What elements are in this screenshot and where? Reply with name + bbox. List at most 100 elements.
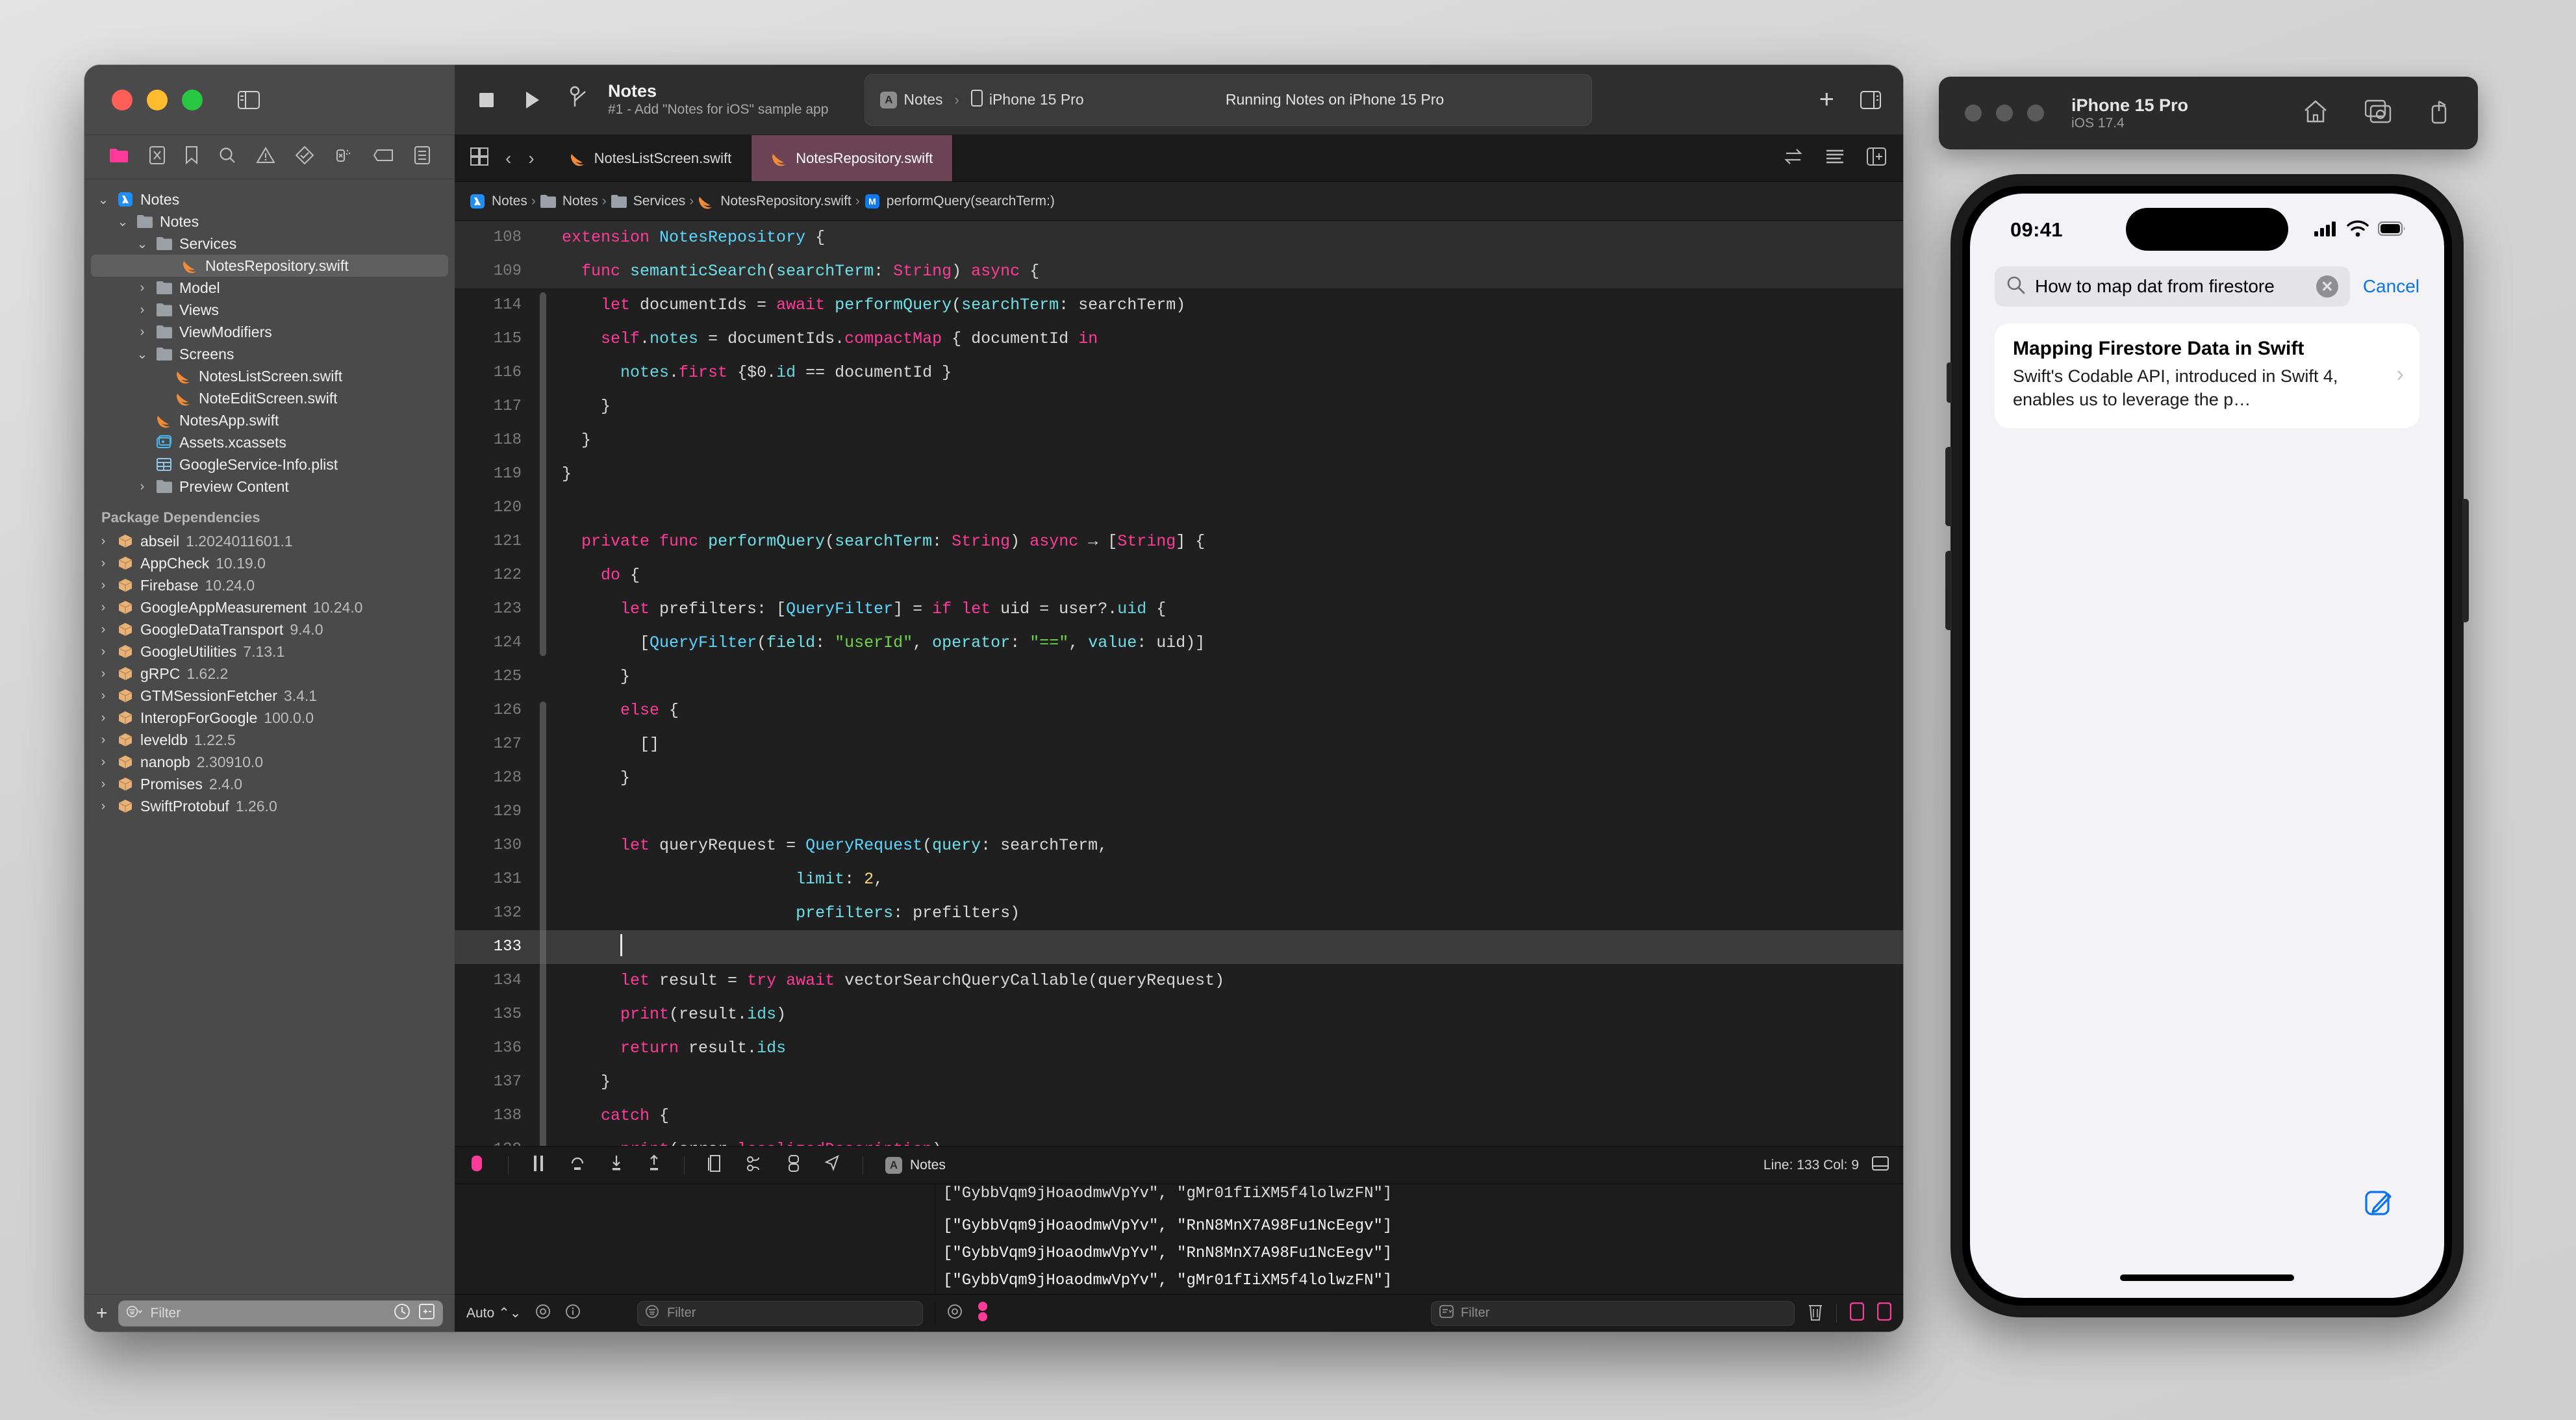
variables-scope-icon[interactable]: [535, 1304, 551, 1323]
destination-chip[interactable]: iPhone 15 Pro: [970, 90, 1084, 110]
navigator-item-notes[interactable]: ⌄ Notes: [84, 210, 455, 233]
code-line-134[interactable]: 134 let result = try await vectorSearchQ…: [455, 964, 1903, 998]
code-line-128[interactable]: 128 }: [455, 761, 1903, 795]
navigator-item-noteslistscreen-swift[interactable]: NotesListScreen.swift: [84, 365, 455, 387]
breadcrumb-item-4[interactable]: MperformQuery(searchTerm:): [864, 194, 1055, 209]
navigator-item-views[interactable]: › Views: [84, 299, 455, 321]
console-scope-icon[interactable]: [947, 1304, 963, 1323]
bookmark-icon[interactable]: [185, 146, 198, 168]
chevron-right-icon[interactable]: ›: [135, 303, 149, 318]
code-line-138[interactable]: 138 catch {: [455, 1099, 1903, 1133]
console-mode-icon[interactable]: [976, 1300, 990, 1326]
issue-warning-icon[interactable]: [256, 147, 275, 167]
window-traffic-lights[interactable]: [112, 89, 203, 110]
code-line-129[interactable]: 129: [455, 795, 1903, 829]
chevron-down-icon[interactable]: ⌄: [135, 346, 149, 362]
scheme-chip[interactable]: A Notes: [880, 91, 943, 108]
code-line-131[interactable]: 131 limit: 2,: [455, 863, 1903, 896]
editor-tab-noteslistscreen[interactable]: NotesListScreen.swift: [550, 135, 752, 181]
breadcrumb-item-2[interactable]: Services: [611, 194, 685, 209]
package-item-leveldb[interactable]: › leveldb 1.22.5: [84, 729, 455, 751]
navigator-item-googleservice-info-plist[interactable]: GoogleService-Info.plist: [84, 453, 455, 475]
chevron-right-icon[interactable]: ›: [96, 534, 110, 549]
code-line-118[interactable]: 118 }: [455, 424, 1903, 457]
code-line-109[interactable]: 109 func semanticSearch(searchTerm: Stri…: [455, 255, 1903, 288]
navigator-item-screens[interactable]: ⌄ Screens: [84, 343, 455, 365]
navigator-item-notesapp-swift[interactable]: NotesApp.swift: [84, 409, 455, 431]
chevron-down-icon[interactable]: ⌄: [96, 192, 110, 208]
tab-bar-right-controls[interactable]: [1767, 135, 1903, 181]
chevron-right-icon[interactable]: ›: [96, 578, 110, 593]
chevron-right-icon[interactable]: ›: [96, 622, 110, 637]
volume-down-button[interactable]: [1945, 551, 1952, 630]
code-line-136[interactable]: 136 return result.ids: [455, 1032, 1903, 1065]
code-line-132[interactable]: 132 prefilters: prefilters): [455, 896, 1903, 930]
recent-files-icon[interactable]: [394, 1303, 410, 1324]
go-back-button[interactable]: ‹: [505, 148, 511, 169]
breakpoint-icon[interactable]: [373, 149, 394, 165]
search-result-item[interactable]: Mapping Firestore Data in Swift Swift's C…: [1995, 323, 2419, 429]
simulator-traffic-lights[interactable]: [1965, 105, 2044, 121]
code-line-127[interactable]: 127 []: [455, 728, 1903, 761]
search-icon[interactable]: [219, 147, 236, 167]
source-control-filter-icon[interactable]: [418, 1303, 435, 1324]
step-out-icon[interactable]: [646, 1154, 662, 1176]
code-line-139[interactable]: 139 print(error.localizedDescription): [455, 1133, 1903, 1146]
project-navigator-tree[interactable]: ⌄ Notes ⌄ Notes ⌄ Services NotesRepository.swi…: [84, 179, 455, 1294]
package-item-swiftprotobuf[interactable]: › SwiftProtobuf 1.26.0: [84, 795, 455, 817]
search-input[interactable]: How to map dat from firestore ✕: [1995, 266, 2350, 307]
editor-tab-notesrepository[interactable]: NotesRepository.swift: [751, 135, 953, 181]
debug-toolbar[interactable]: A Notes Line: 133 Col: 9: [455, 1146, 1903, 1184]
code-line-116[interactable]: 116 notes.first {$0.id == documentId }: [455, 356, 1903, 390]
package-item-interopforgoogle[interactable]: › InteropForGoogle 100.0.0: [84, 707, 455, 729]
toggle-variables-view-icon[interactable]: [1849, 1302, 1865, 1324]
memory-graph-icon[interactable]: [746, 1154, 764, 1176]
package-item-googleappmeasurement[interactable]: › GoogleAppMeasurement 10.24.0: [84, 596, 455, 618]
package-item-appcheck[interactable]: › AppCheck 10.19.0: [84, 552, 455, 574]
variables-info-icon[interactable]: [565, 1304, 581, 1323]
related-items-icon[interactable]: [1784, 148, 1803, 168]
navigator-filter-field[interactable]: Filter: [118, 1300, 443, 1326]
power-button[interactable]: [2462, 499, 2469, 622]
chevron-right-icon[interactable]: ›: [96, 799, 110, 814]
add-editor-button[interactable]: +: [1819, 85, 1834, 114]
variables-view[interactable]: [455, 1184, 935, 1294]
code-line-135[interactable]: 135 print(result.ids): [455, 998, 1903, 1032]
navigator-item-noteeditscreen-swift[interactable]: NoteEditScreen.swift: [84, 387, 455, 409]
navigator-item-viewmodifiers[interactable]: › ViewModifiers: [84, 321, 455, 343]
volume-up-button[interactable]: [1945, 447, 1952, 526]
package-item-promises[interactable]: › Promises 2.4.0: [84, 773, 455, 795]
simulate-location-icon[interactable]: [824, 1154, 840, 1176]
run-button[interactable]: [522, 90, 542, 110]
go-forward-button[interactable]: ›: [528, 148, 534, 169]
chevron-right-icon[interactable]: ›: [96, 777, 110, 792]
package-item-grpc[interactable]: › gRPC 1.62.2: [84, 663, 455, 685]
minimize-window-button[interactable]: [147, 89, 168, 110]
package-item-abseil[interactable]: › abseil 1.2024011601.1: [84, 530, 455, 552]
code-line-117[interactable]: 117 }: [455, 390, 1903, 424]
chevron-down-icon[interactable]: ⌄: [116, 214, 130, 230]
code-line-114[interactable]: 114 let documentIds = await performQuery…: [455, 288, 1903, 322]
breadcrumb-item-0[interactable]: Notes: [469, 194, 527, 209]
navigator-item-model[interactable]: › Model: [84, 277, 455, 299]
code-line-130[interactable]: 130 let queryRequest = QueryRequest(quer…: [455, 829, 1903, 863]
step-over-icon[interactable]: [568, 1154, 587, 1176]
code-line-133[interactable]: 133: [455, 930, 1903, 964]
code-line-126[interactable]: 126 else {: [455, 694, 1903, 728]
chevron-right-icon[interactable]: ›: [135, 281, 149, 296]
toggle-inspector-icon[interactable]: [1860, 90, 1881, 109]
compose-note-button[interactable]: [2365, 1188, 2395, 1221]
navigator-filter-right-icons[interactable]: [394, 1303, 435, 1324]
chevron-right-icon[interactable]: ›: [96, 556, 110, 571]
navigator-item-services[interactable]: ⌄ Services: [84, 233, 455, 255]
debug-process-chip[interactable]: A Notes: [885, 1156, 946, 1174]
chevron-right-icon[interactable]: ›: [96, 755, 110, 770]
minimap-icon[interactable]: [1825, 148, 1845, 168]
variables-filter-field[interactable]: Filter: [637, 1300, 923, 1326]
code-line-115[interactable]: 115 self.notes = documentIds.compactMap …: [455, 322, 1903, 356]
chevron-right-icon[interactable]: ›: [96, 600, 110, 615]
simulator-zoom-button[interactable]: [2027, 105, 2044, 121]
navigator-item-notesrepository-swift[interactable]: NotesRepository.swift: [91, 255, 448, 277]
package-item-googleutilities[interactable]: › GoogleUtilities 7.13.1: [84, 640, 455, 663]
simulator-actions[interactable]: [2303, 99, 2452, 127]
